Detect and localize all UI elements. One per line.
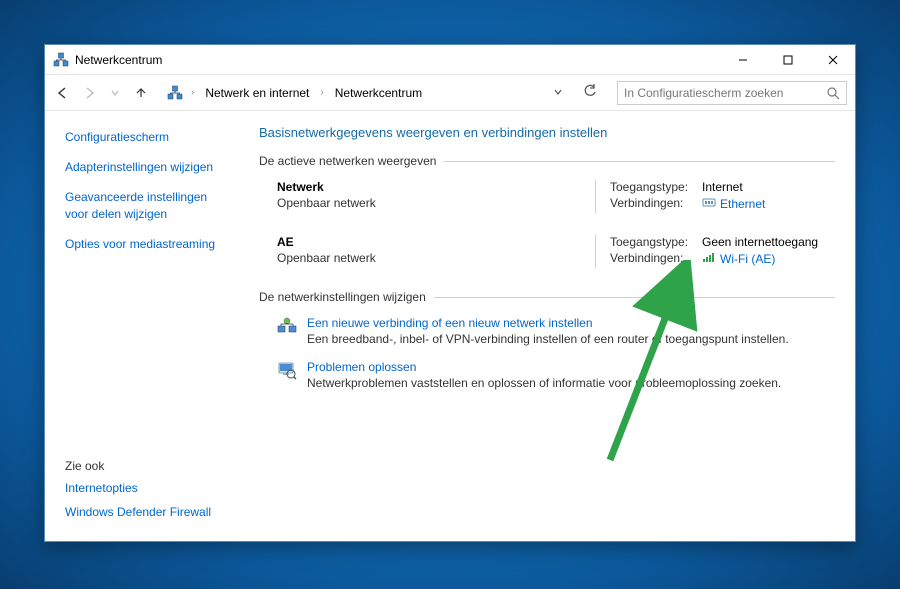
connections-label: Verbindingen: — [610, 196, 702, 211]
action-link-new-connection[interactable]: Een nieuwe verbinding of een nieuw netwe… — [307, 316, 789, 330]
minimize-button[interactable] — [720, 45, 765, 74]
troubleshoot-icon — [277, 360, 297, 380]
see-also-header: Zie ook — [65, 459, 233, 473]
sidebar: Configuratiescherm Adapterinstellingen w… — [45, 111, 245, 541]
chevron-right-icon[interactable]: › — [318, 87, 325, 98]
access-type-label: Toegangstype: — [610, 235, 702, 249]
network-type: Openbaar netwerk — [277, 251, 595, 265]
see-also-firewall[interactable]: Windows Defender Firewall — [65, 505, 233, 519]
page-title: Basisnetwerkgegevens weergeven en verbin… — [259, 125, 835, 140]
access-type-value: Geen internettoegang — [702, 235, 835, 249]
change-settings-header: De netwerkinstellingen wijzigen — [259, 290, 835, 304]
wifi-signal-icon — [702, 251, 716, 266]
ethernet-icon — [702, 196, 716, 211]
action-desc: Netwerkproblemen vaststellen en oplossen… — [307, 376, 781, 390]
active-networks-header: De actieve netwerken weergeven — [259, 154, 835, 168]
network-type: Openbaar netwerk — [277, 196, 595, 210]
network-name: AE — [277, 235, 595, 249]
sidebar-link-adapter[interactable]: Adapterinstellingen wijzigen — [65, 160, 213, 174]
sidebar-link-control-panel[interactable]: Configuratiescherm — [65, 130, 169, 144]
divider — [444, 161, 835, 162]
forward-button[interactable] — [79, 83, 99, 103]
divider — [434, 297, 835, 298]
connection-link-wifi[interactable]: Wi-Fi (AE) — [720, 252, 775, 266]
up-button[interactable] — [131, 83, 151, 103]
titlebar: Netwerkcentrum — [45, 45, 855, 75]
search-placeholder: In Configuratiescherm zoeken — [624, 86, 783, 100]
network-row: AE Openbaar netwerk Toegangstype: Geen i… — [277, 235, 835, 268]
network-name: Netwerk — [277, 180, 595, 194]
app-icon — [53, 52, 69, 68]
network-row: Netwerk Openbaar netwerk Toegangstype: I… — [277, 180, 835, 213]
recent-dropdown[interactable] — [105, 83, 125, 103]
connections-label: Verbindingen: — [610, 251, 702, 266]
address-bar: › Netwerk en internet › Netwerkcentrum I… — [45, 75, 855, 111]
network-center-window: Netwerkcentrum › Netwerk en internet › N… — [44, 44, 856, 542]
breadcrumb-root-icon[interactable] — [167, 85, 183, 101]
breadcrumb-item-network-center[interactable]: Netwerkcentrum — [332, 84, 425, 102]
back-button[interactable] — [53, 83, 73, 103]
maximize-button[interactable] — [765, 45, 810, 74]
action-new-connection: Een nieuwe verbinding of een nieuw netwe… — [277, 316, 835, 346]
main-panel: Basisnetwerkgegevens weergeven en verbin… — [245, 111, 855, 541]
window-controls — [720, 45, 855, 74]
new-connection-icon — [277, 316, 297, 336]
see-also-section: Zie ook Internetopties Windows Defender … — [65, 459, 233, 529]
search-icon — [826, 86, 840, 103]
see-also-internet-options[interactable]: Internetopties — [65, 481, 233, 495]
close-button[interactable] — [810, 45, 855, 74]
address-dropdown[interactable] — [547, 86, 569, 100]
action-desc: Een breedband-, inbel- of VPN-verbinding… — [307, 332, 789, 346]
refresh-button[interactable] — [575, 84, 605, 101]
sidebar-link-media-streaming[interactable]: Opties voor mediastreaming — [65, 237, 215, 251]
chevron-right-icon[interactable]: › — [189, 87, 196, 98]
breadcrumb-item-network-internet[interactable]: Netwerk en internet — [202, 84, 312, 102]
access-type-value: Internet — [702, 180, 835, 194]
window-title: Netwerkcentrum — [75, 53, 720, 67]
sidebar-link-advanced-sharing[interactable]: Geavanceerde instellingen voor delen wij… — [65, 190, 207, 220]
action-link-troubleshoot[interactable]: Problemen oplossen — [307, 360, 781, 374]
connection-link-ethernet[interactable]: Ethernet — [720, 197, 765, 211]
search-input[interactable]: In Configuratiescherm zoeken — [617, 81, 847, 105]
access-type-label: Toegangstype: — [610, 180, 702, 194]
action-troubleshoot: Problemen oplossen Netwerkproblemen vast… — [277, 360, 835, 390]
content-area: Configuratiescherm Adapterinstellingen w… — [45, 111, 855, 541]
